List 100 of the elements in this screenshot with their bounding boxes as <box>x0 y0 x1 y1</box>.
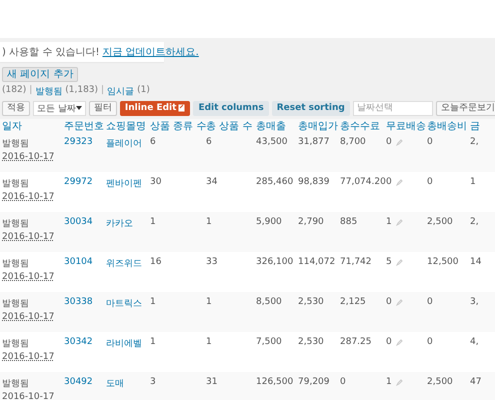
date-text: 2016-10-17 <box>2 312 56 322</box>
date-text: 2016-10-17 <box>2 272 56 282</box>
table-cell-text: 2,530 <box>298 337 325 347</box>
table-cell-text: 2,125 <box>340 297 367 307</box>
date-text: 2016-10-17 <box>2 232 56 242</box>
column-header[interactable]: 일자 <box>0 119 62 133</box>
table-cell: 77,074.20 <box>340 177 384 187</box>
table-cell-text: 6 <box>150 137 157 147</box>
table-cell-text: 0 <box>340 377 347 387</box>
order-link[interactable]: 29972 <box>64 177 104 187</box>
shop-link[interactable]: 카카오 <box>106 217 148 230</box>
table-cell: 1 <box>386 217 392 227</box>
edit-columns-button[interactable]: Edit columns <box>193 100 269 116</box>
date-text: 2016-10-17 <box>2 152 56 162</box>
caret-icon <box>76 106 82 110</box>
shop-link[interactable]: 플레이어 <box>106 137 148 150</box>
table-cell-text: 6 <box>206 137 213 147</box>
inline-edit-button[interactable]: Inline Edit <box>120 100 190 116</box>
pencil-icon[interactable] <box>396 378 403 386</box>
column-header[interactable]: 총매입가 <box>296 119 338 133</box>
pencil-icon[interactable] <box>396 178 403 186</box>
column-header[interactable]: 상품 종류 수 <box>148 119 204 133</box>
table-cell-text: 7,500 <box>256 337 283 347</box>
order-link[interactable]: 30492 <box>64 377 104 387</box>
order-link[interactable]: 30104 <box>64 257 104 267</box>
status-count: (1) <box>137 85 150 97</box>
pencil-icon[interactable] <box>396 138 403 146</box>
shop-link[interactable]: 도매 <box>106 377 148 390</box>
table-cell-text: 287.25 <box>340 337 372 347</box>
update-link[interactable]: 지금 업데이트하세요. <box>102 45 199 59</box>
table-cell-text: 126,500 <box>256 377 294 387</box>
table-cell-text: 16 <box>150 257 162 267</box>
order-link[interactable]: 29323 <box>64 137 104 147</box>
table-cell: 0 <box>386 297 392 307</box>
status-text: 발행됨 <box>2 338 30 350</box>
table-cell: 5 <box>386 257 392 267</box>
table-cell: 0 <box>386 137 392 147</box>
reset-sorting-button[interactable]: Reset sorting <box>272 100 350 116</box>
date-select[interactable]: 모든 날짜 <box>33 100 86 116</box>
status-link[interactable]: 발행됨 <box>35 85 62 98</box>
column-header[interactable]: 금 <box>468 119 495 133</box>
order-link[interactable]: 30034 <box>64 217 104 227</box>
table-cell-text: 114,072 <box>298 257 336 267</box>
date-text: 2016-10-17 <box>2 392 56 400</box>
status-link[interactable]: 임시글 <box>107 85 134 98</box>
apply-button[interactable]: 적용 <box>2 100 30 116</box>
column-header[interactable]: 주문번호 <box>62 119 104 133</box>
table-cell-text: 1 <box>470 177 477 187</box>
table-cell-text: 47 <box>470 377 482 387</box>
shop-link[interactable]: 라비에벨 <box>106 337 148 350</box>
table-cell-text: 1 <box>206 337 213 347</box>
column-header[interactable]: 총배송비 <box>425 119 468 133</box>
add-page-button[interactable]: 새 페이지 추가 <box>2 67 78 82</box>
column-header[interactable]: 총수수료 <box>338 119 384 133</box>
status-text: 발행됨 <box>2 378 30 390</box>
table-cell-text: 2,790 <box>298 217 325 227</box>
status-count: (182) <box>2 85 26 97</box>
status-text: 발행됨 <box>2 298 30 310</box>
date-input-field[interactable]: 날짜선택 <box>352 100 433 116</box>
table-cell-text: 1 <box>150 217 157 227</box>
table-cell-text: 34 <box>206 177 218 187</box>
table-cell-text: 0 <box>427 337 434 347</box>
order-link[interactable]: 30342 <box>64 337 104 347</box>
pencil-icon[interactable] <box>396 258 403 266</box>
shop-link[interactable]: 위즈위드 <box>106 257 148 270</box>
today-orders-button[interactable]: 오늘주문보기 <box>436 100 495 116</box>
separator: | <box>29 85 32 97</box>
table-cell-text: 98,839 <box>298 177 330 187</box>
table-cell-text: 885 <box>340 217 358 227</box>
table-cell-text: 1 <box>206 297 213 307</box>
table-cell-text: 285,460 <box>256 177 294 187</box>
table-cell-text: 1 <box>150 297 157 307</box>
table-cell-text: 14 <box>470 257 482 267</box>
table-cell-text: 71,742 <box>340 257 372 267</box>
column-header[interactable]: 쇼핑몰명 <box>104 119 148 133</box>
table-cell-text: 30 <box>150 177 162 187</box>
pencil-icon[interactable] <box>396 298 403 306</box>
notice-text: ) 사용할 수 있습니다! <box>2 46 100 59</box>
column-header[interactable]: 총매출 <box>254 119 296 133</box>
table-cell-text: 0 <box>427 137 434 147</box>
table-cell-text: 12,500 <box>427 257 460 267</box>
shop-link[interactable]: 펜바이펜 <box>106 177 148 190</box>
table-cell-text: 2,530 <box>298 297 325 307</box>
table-cell-text: 4, <box>470 337 480 347</box>
separator: | <box>101 85 104 97</box>
table-cell-text: 33 <box>206 257 218 267</box>
filter-button[interactable]: 필터 <box>88 100 117 116</box>
table-cell-text: 5,900 <box>256 217 283 227</box>
table-cell: 0 <box>386 177 392 187</box>
pencil-icon[interactable] <box>396 218 403 226</box>
table-cell-text: 0 <box>427 297 434 307</box>
table-cell: 1 <box>386 377 392 387</box>
pencil-icon[interactable] <box>396 338 403 346</box>
order-link[interactable]: 30338 <box>64 297 104 307</box>
table-cell-text: 326,100 <box>256 257 294 267</box>
table-cell-text: 2,500 <box>427 217 454 227</box>
column-header[interactable]: 무료배송 <box>384 119 425 133</box>
edit-icon <box>178 104 186 112</box>
shop-link[interactable]: 마트릭스 <box>106 297 148 310</box>
table-cell-text: 8,500 <box>256 297 283 307</box>
